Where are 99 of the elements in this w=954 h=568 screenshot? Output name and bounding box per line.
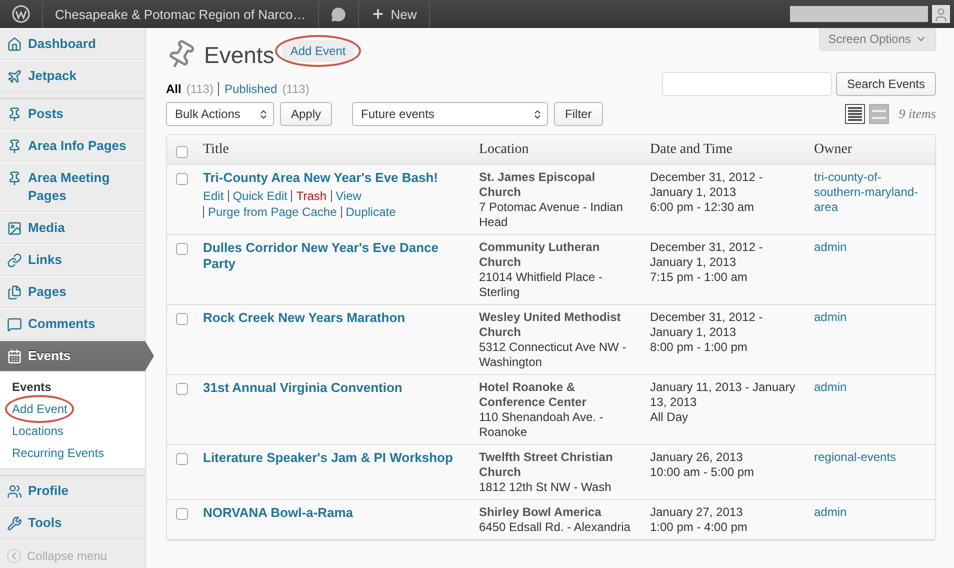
search-button[interactable]: Search Events [836, 72, 936, 96]
house-icon [7, 37, 22, 52]
location-address: 21014 Whitfield Place - Sterling [479, 270, 604, 300]
wordpress-logo-icon[interactable] [12, 5, 30, 23]
row-checkbox[interactable] [176, 453, 188, 465]
event-date: January 11, 2013 - January 13, 2013 [650, 380, 796, 410]
location-address: 7 Potomac Avenue - Indian Head [479, 200, 624, 230]
sidebar-menu-item[interactable]: Media [0, 212, 145, 244]
location-name: Wesley United Methodist Church [479, 310, 622, 340]
plane-icon [7, 69, 22, 84]
event-time: 7:15 pm - 1:00 am [650, 270, 748, 285]
row-checkbox[interactable] [176, 173, 188, 185]
location-name: Hotel Roanoke & Conference Center [479, 380, 588, 410]
trash-link[interactable]: Trash [296, 189, 327, 203]
row-action-link[interactable]: Duplicate [346, 205, 396, 219]
submenu-link[interactable]: Recurring Events [12, 444, 104, 462]
users-icon [7, 484, 22, 499]
event-title-link[interactable]: Dulles Corridor New Year's Eve Dance Party [203, 240, 467, 272]
row-action-link[interactable]: View [336, 189, 362, 203]
pushpin-icon [7, 171, 22, 186]
link-icon [7, 253, 22, 268]
row-checkbox[interactable] [176, 243, 188, 255]
row-action-link[interactable]: Quick Edit [232, 189, 288, 203]
wrench-icon [7, 516, 22, 531]
submenu-link[interactable]: Locations [12, 422, 64, 440]
owner-link[interactable]: admin [814, 505, 929, 520]
filter-button[interactable]: Filter [554, 102, 603, 126]
sidebar-menu-item[interactable]: Area Info Pages [0, 130, 145, 162]
location-address: 6450 Edsall Rd. - Alexandria [479, 520, 632, 535]
event-title-link[interactable]: Tri-County Area New Year's Eve Bash! [203, 170, 467, 186]
sidebar-menu-item[interactable]: Jetpack [0, 60, 145, 92]
row-checkbox[interactable] [176, 383, 188, 395]
site-title-link[interactable]: Chesapeake & Potomac Region of Narco… [43, 0, 319, 28]
location-name: Community Lutheran Church [479, 240, 601, 270]
event-time: 8:00 pm - 1:00 pm [650, 340, 748, 355]
row-action-link[interactable]: Purge from Page Cache [208, 205, 337, 219]
location-name: Shirley Bowl America [479, 505, 602, 520]
submenu-link[interactable]: Add Event [12, 400, 68, 418]
event-title-link[interactable]: Rock Creek New Years Marathon [203, 310, 467, 326]
event-title-link[interactable]: NORVANA Bowl-a-Rama [203, 505, 467, 521]
avatar-icon[interactable] [932, 5, 950, 23]
count-text: (113) [186, 82, 214, 96]
owner-link[interactable]: tri-county-of-southern-maryland-area [814, 170, 929, 215]
calendar-icon [7, 349, 22, 364]
count-text: (113) [282, 82, 310, 96]
view-filter-link[interactable]: Published [224, 82, 278, 96]
speech-bubble-icon [7, 317, 22, 332]
new-menu-link[interactable]: New [358, 0, 430, 28]
page-title: Events [204, 42, 274, 68]
comments-icon[interactable] [330, 6, 346, 22]
event-date: December 31, 2012 - January 1, 2013 [650, 170, 764, 200]
location-name: Twelfth Street Christian Church [479, 450, 614, 480]
row-checkbox[interactable] [176, 313, 188, 325]
search-field[interactable] [662, 72, 832, 96]
pushpin-icon [7, 107, 22, 122]
select-all-checkbox[interactable] [176, 146, 188, 158]
event-date: January 26, 2013 [650, 450, 744, 465]
event-date: December 31, 2012 - January 1, 2013 [650, 240, 764, 270]
event-time: 10:00 am - 5:00 pm [650, 465, 756, 480]
item-count: 9 items [898, 106, 936, 122]
location-address: 1812 12th St NW - Wash [479, 480, 612, 495]
sidebar-menu-item[interactable]: Posts [0, 98, 145, 130]
row-checkbox[interactable] [176, 508, 188, 520]
view-filter-link[interactable]: All [166, 82, 182, 96]
screen-options-tab[interactable]: Screen Options [819, 28, 936, 51]
event-date: January 27, 2013 [650, 505, 744, 520]
column-header: Owner [808, 135, 935, 165]
owner-link[interactable]: admin [814, 310, 929, 325]
event-title-link[interactable]: 31st Annual Virginia Convention [203, 380, 467, 396]
sidebar-menu-item[interactable]: Tools [0, 507, 145, 539]
event-time: 6:00 pm - 12:30 am [650, 200, 756, 215]
sidebar-menu-item[interactable]: Links [0, 244, 145, 276]
owner-link[interactable]: admin [814, 240, 929, 255]
add-event-button[interactable]: Add Event [282, 40, 354, 62]
pushpin-icon [7, 139, 22, 154]
owner-link[interactable]: regional-events [814, 450, 929, 465]
sidebar-menu-item[interactable]: Pages [0, 276, 145, 308]
plus-icon [370, 7, 385, 21]
event-time: 1:00 pm - 4:00 pm [650, 520, 748, 535]
pages-icon [7, 285, 22, 300]
event-time: All Day [650, 410, 690, 425]
updown-arrows-icon [258, 108, 269, 120]
list-view-icon[interactable] [844, 104, 865, 124]
apply-button[interactable]: Apply [280, 102, 332, 126]
image-icon [7, 221, 22, 236]
submenu-link[interactable]: Events [12, 378, 52, 396]
event-scope-select[interactable]: Future events [352, 102, 548, 126]
row-action-link[interactable]: Edit [203, 189, 224, 203]
sidebar-menu-item[interactable]: Dashboard [0, 28, 145, 60]
location-name: St. James Episcopal Church [479, 170, 596, 200]
owner-link[interactable]: admin [814, 380, 929, 395]
sidebar-menu-item[interactable]: Events [0, 340, 145, 372]
location-address: 5312 Connecticut Ave NW - Washington [479, 340, 628, 370]
event-date: December 31, 2012 - January 1, 2013 [650, 310, 764, 340]
sidebar-menu-item[interactable]: Area Meeting Pages [0, 162, 145, 212]
bulk-actions-select[interactable]: Bulk Actions [166, 102, 274, 126]
event-title-link[interactable]: Literature Speaker's Jam & PI Workshop [203, 450, 467, 466]
location-address: 110 Shenandoah Ave. - Roanoke [479, 410, 604, 440]
sidebar-menu-item[interactable]: Profile [0, 475, 145, 507]
